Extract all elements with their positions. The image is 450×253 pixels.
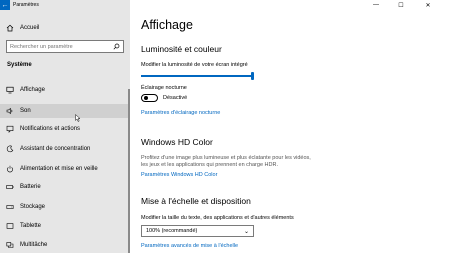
search-input[interactable] <box>7 41 111 52</box>
toggle-knob <box>144 96 148 101</box>
page-title: Affichage <box>141 18 193 32</box>
speaker-icon <box>6 107 14 115</box>
night-light-label: Éclairage nocturne <box>141 85 187 91</box>
sidebar-item-power[interactable]: Alimentation et mise en veille <box>0 162 130 176</box>
search-box[interactable] <box>6 40 124 53</box>
sidebar-item-label: Stockage <box>20 204 46 210</box>
scale-heading: Mise à l'échelle et disposition <box>141 196 251 206</box>
sidebar-item-label: Accueil <box>20 25 40 31</box>
settings-content: — ☐ ✕ Affichage Luminosité et couleur Mo… <box>130 0 450 253</box>
sidebar-item-label: Son <box>20 108 31 114</box>
scale-selected-value: 100% (recommandé) <box>146 228 198 234</box>
sidebar-item-multitasking[interactable]: Multitâche <box>0 238 130 252</box>
display-icon <box>6 86 14 94</box>
night-light-state: Désactivé <box>163 95 188 101</box>
slider-fill <box>141 75 251 77</box>
sidebar-item-label: Affichage <box>20 87 45 93</box>
sidebar-section-title: Système <box>7 62 32 68</box>
sidebar-item-notifications[interactable]: Notifications et actions <box>0 122 130 136</box>
minimize-icon: — <box>373 2 379 8</box>
close-button[interactable]: ✕ <box>418 0 438 10</box>
sidebar-item-label: Batterie <box>20 184 41 190</box>
minimize-button[interactable]: — <box>366 0 386 10</box>
hdr-description-line1: Profitez d'une image plus lumineuse et p… <box>141 155 311 161</box>
night-light-toggle[interactable] <box>141 94 158 102</box>
brightness-slider[interactable] <box>141 72 254 80</box>
sidebar-item-storage[interactable]: Stockage <box>0 200 130 214</box>
search-icon[interactable] <box>111 41 121 52</box>
brightness-slider-label: Modifier la luminosité de votre écran in… <box>141 62 248 68</box>
power-icon <box>6 165 14 173</box>
focus-moon-icon <box>6 145 14 153</box>
hdr-description-line2: les jeux et les applications qui prennen… <box>141 162 278 168</box>
sidebar-item-label: Assistant de concentration <box>20 146 91 152</box>
brightness-heading: Luminosité et couleur <box>141 44 222 54</box>
sidebar-item-label: Multitâche <box>20 242 48 248</box>
sidebar-item-label: Alimentation et mise en veille <box>20 166 98 172</box>
maximize-icon: ☐ <box>398 2 404 9</box>
tablet-icon <box>6 222 14 230</box>
notifications-icon <box>6 125 14 133</box>
home-icon <box>6 24 14 32</box>
night-light-settings-link[interactable]: Paramètres d'éclairage nocturne <box>141 110 220 116</box>
back-arrow-icon: ← <box>1 1 9 9</box>
storage-icon <box>6 203 14 211</box>
scale-label: Modifier la taille du texte, des applica… <box>141 215 294 221</box>
maximize-button[interactable]: ☐ <box>391 0 411 10</box>
sidebar-item-label: Tablette <box>20 223 42 229</box>
hdr-heading: Windows HD Color <box>141 137 213 147</box>
sidebar-item-focus-assist[interactable]: Assistant de concentration <box>0 142 130 156</box>
settings-sidebar: ← Paramètres Accueil Système Affichage S… <box>0 0 130 253</box>
hdr-settings-link[interactable]: Paramètres Windows HD Color <box>141 172 217 178</box>
chevron-down-icon: ⌄ <box>243 228 249 235</box>
sidebar-item-display[interactable]: Affichage <box>0 83 130 97</box>
sidebar-item-label: Notifications et actions <box>20 126 81 132</box>
slider-thumb[interactable] <box>251 72 254 80</box>
title-bar: ← Paramètres <box>0 0 130 10</box>
close-icon: ✕ <box>425 2 431 9</box>
back-button[interactable]: ← <box>0 0 10 10</box>
sidebar-item-home[interactable]: Accueil <box>0 21 130 35</box>
sidebar-item-tablet[interactable]: Tablette <box>0 219 130 233</box>
sidebar-item-battery[interactable]: Batterie <box>0 180 130 194</box>
sidebar-item-sound[interactable]: Son <box>0 104 130 122</box>
multitask-icon <box>6 241 14 249</box>
window-title: Paramètres <box>13 2 39 8</box>
scale-dropdown[interactable]: 100% (recommandé) ⌄ <box>141 225 254 237</box>
advanced-scaling-link[interactable]: Paramètres avancés de mise à l'échelle <box>141 243 238 249</box>
battery-icon <box>6 183 14 191</box>
